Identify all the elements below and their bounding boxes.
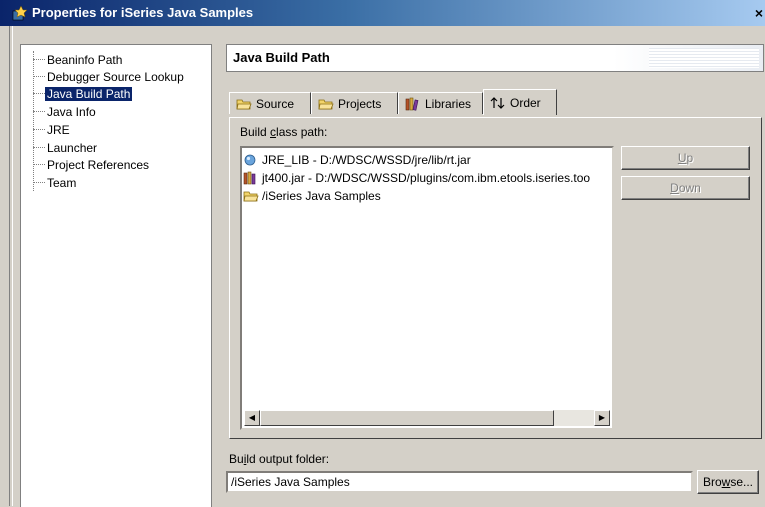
window-title: Properties for iSeries Java Samples (32, 5, 254, 20)
tab-source[interactable]: Source (229, 92, 311, 114)
folder-source-icon (236, 99, 252, 109)
tree-item-label: JRE (47, 122, 70, 137)
tree-item-debugger-source-lookup[interactable]: Debugger Source Lookup (33, 69, 186, 84)
tree-item-launcher[interactable]: Launcher (33, 140, 99, 155)
variable-icon (244, 154, 256, 165)
horizontal-scrollbar[interactable]: ◀ ▶ (244, 410, 610, 426)
list-item-text: JRE_LIB - D:/WDSC/WSSD/jre/lib/rt.jar (262, 152, 471, 167)
jar-library-icon (243, 171, 256, 184)
tree-item-project-references[interactable]: Project References (33, 157, 151, 172)
scroll-right-arrow-icon: ▶ (598, 413, 606, 422)
up-button[interactable]: Up (621, 146, 750, 170)
window-title-bar: Properties for iSeries Java Samples × (0, 0, 765, 26)
list-item[interactable]: /iSeries Java Samples (243, 187, 381, 204)
scroll-left-arrow-icon: ◀ (248, 413, 256, 422)
list-item[interactable]: JRE_LIB - D:/WDSC/WSSD/jre/lib/rt.jar (243, 151, 471, 168)
tree-item-team[interactable]: Team (33, 175, 78, 190)
page-title: Java Build Path (233, 50, 330, 65)
libraries-icon (405, 97, 419, 111)
page-header: Java Build Path (226, 44, 764, 72)
build-class-path-label: Build class path: (240, 125, 328, 139)
tree-item-label: Project References (47, 157, 150, 172)
tab-projects[interactable]: Projects (311, 92, 398, 114)
build-output-folder-input[interactable] (226, 471, 693, 493)
folder-projects-icon (318, 99, 334, 109)
tree-item-beaninfo-path[interactable]: Beaninfo Path (33, 52, 124, 67)
project-folder-icon (243, 191, 259, 201)
tab-order[interactable]: Order (483, 89, 557, 115)
tree-item-label: Java Build Path (45, 86, 133, 101)
property-page-tree[interactable]: Beaninfo Path Debugger Source Lookup Jav… (20, 44, 212, 507)
list-item-text: jt400.jar - D:/WDSC/WSSD/plugins/com.ibm… (262, 170, 591, 185)
tree-item-label: Debugger Source Lookup (47, 69, 184, 84)
properties-app-icon (12, 5, 28, 21)
browse-button[interactable]: Browse... (697, 470, 759, 494)
tree-item-label: Team (47, 175, 77, 190)
build-class-path-list[interactable]: JRE_LIB - D:/WDSC/WSSD/jre/lib/rt.jar jt… (240, 146, 614, 430)
dialog-left-edge (9, 26, 13, 506)
scroll-thumb[interactable] (260, 410, 554, 426)
tree-item-java-info[interactable]: Java Info (33, 104, 98, 119)
down-button[interactable]: Down (621, 176, 750, 200)
list-item[interactable]: jt400.jar - D:/WDSC/WSSD/plugins/com.ibm… (243, 169, 590, 186)
tab-label: Source (256, 96, 295, 111)
tree-item-label: Java Info (47, 104, 96, 119)
header-banner-decoration (649, 48, 759, 68)
order-arrows-icon (490, 96, 505, 109)
tree-item-label: Beaninfo Path (47, 52, 123, 67)
build-output-folder-label: Build output folder: (229, 452, 330, 466)
tree-item-jre[interactable]: JRE (33, 122, 72, 137)
tab-libraries[interactable]: Libraries (398, 92, 483, 114)
tab-label: Order (510, 95, 541, 110)
close-window-button[interactable]: × (752, 6, 765, 20)
tree-item-java-build-path[interactable]: Java Build Path (33, 86, 133, 101)
scroll-left-button[interactable]: ◀ (244, 410, 260, 426)
scroll-right-button[interactable]: ▶ (594, 410, 610, 426)
tab-label: Libraries (425, 96, 472, 111)
tree-item-label: Launcher (47, 140, 98, 155)
tab-label: Projects (338, 96, 382, 111)
list-item-text: /iSeries Java Samples (262, 188, 381, 203)
